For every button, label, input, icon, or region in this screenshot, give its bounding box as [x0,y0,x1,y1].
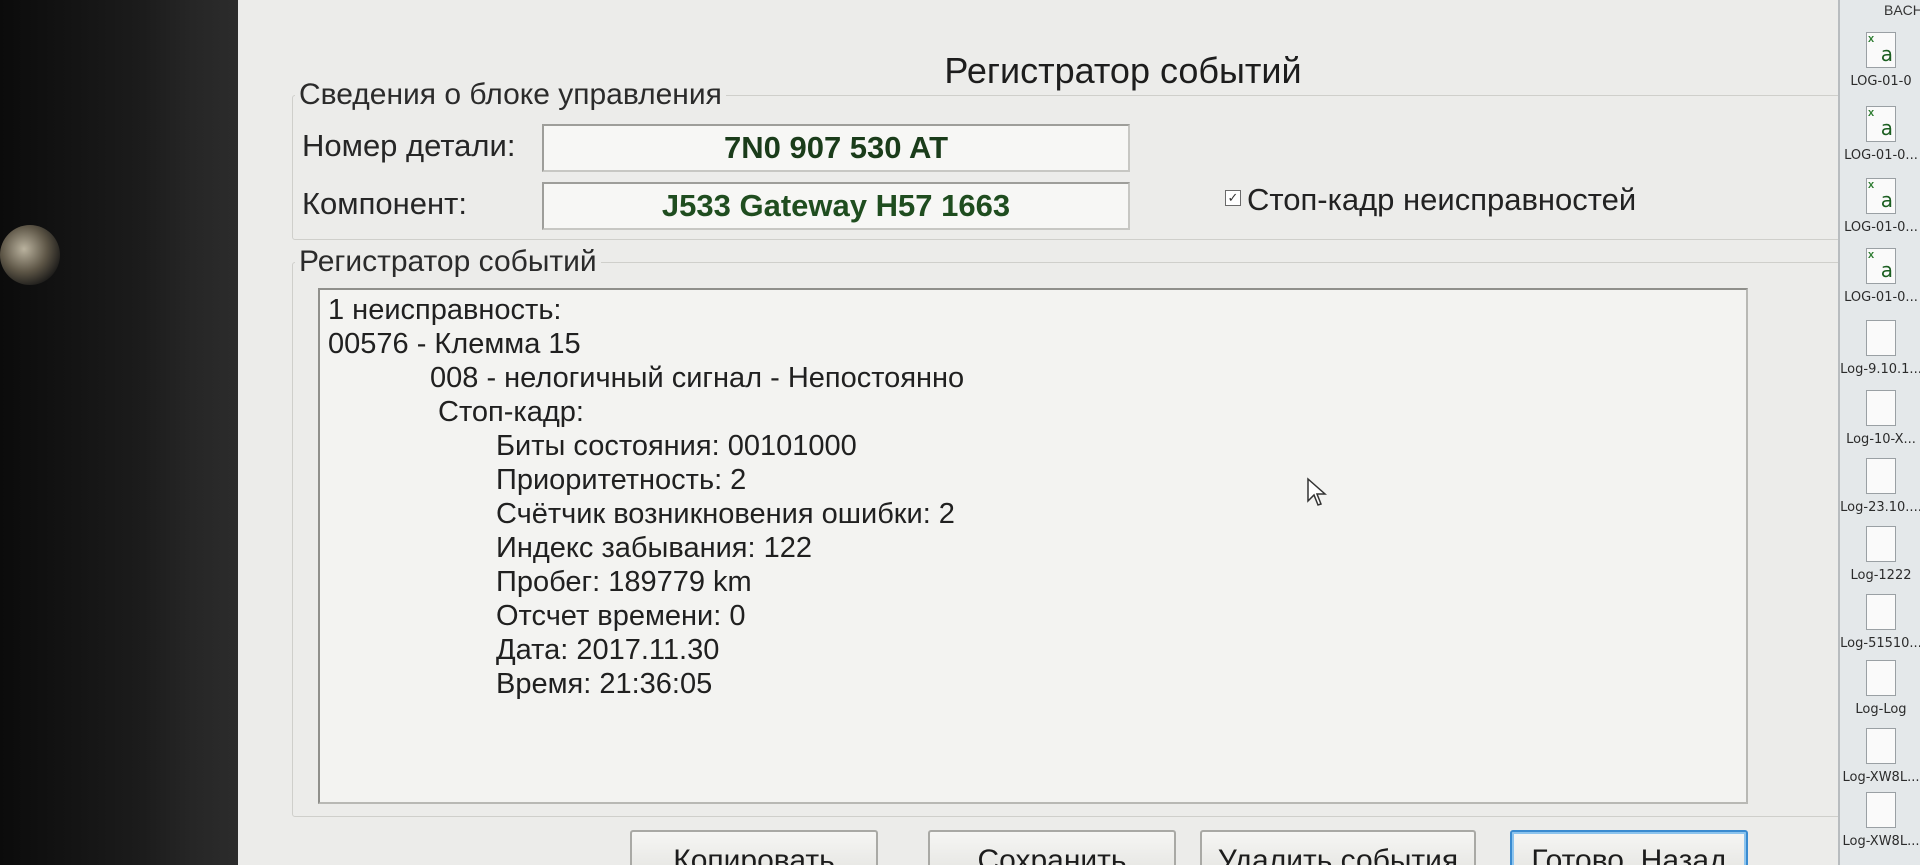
desktop-file-caption: Log-XW8L... [1842,770,1920,785]
desktop-file-caption: LOG-01-0... [1844,290,1918,305]
log-line-time: Время: 21:36:05 [496,668,713,700]
log-line-forget-index: Индекс забывания: 122 [496,532,812,564]
excel-file-icon [1866,178,1896,214]
desktop-file-text[interactable]: Log-51510... [1840,594,1920,651]
log-line-occurrence-counter: Счётчик возникновения ошибки: 2 [496,498,955,530]
text-file-icon [1866,320,1896,356]
application-window: Регистратор событий Сведения о блоке упр… [238,0,1838,865]
excel-file-icon [1866,106,1896,142]
desktop-file-text[interactable]: Log-9.10.1... [1840,320,1920,377]
event-log-textarea[interactable]: 1 неисправность: 00576 - Клемма 15 008 -… [318,288,1748,804]
desktop-file-caption: Log-23.10.... [1840,500,1920,515]
desktop-file-caption: Log-10-X... [1846,432,1916,447]
desktop-file-caption: Log-1222 [1850,568,1912,583]
done-back-button[interactable]: Готово, Назад [1510,830,1748,865]
log-line-fault-description: 008 - нелогичный сигнал - Непостоянно [430,362,965,394]
log-line-freeze-frame-header: Стоп-кадр: [438,396,584,428]
log-line-priority: Приоритетность: 2 [496,464,747,496]
copy-button[interactable]: Копировать [630,830,878,865]
event-log-legend: Регистратор событий [299,245,597,278]
desktop-file-caption: LOG-01-0... [1844,220,1918,235]
desktop-file-text[interactable]: Log-1222 [1840,526,1920,583]
desktop-file-text[interactable]: Log-10-X... [1840,390,1920,447]
desktop-file-excel[interactable]: LOG-01-0 [1840,32,1920,89]
text-file-icon [1866,792,1896,828]
background-car-trim [0,225,60,285]
desktop-file-excel[interactable]: LOG-01-0... [1840,178,1920,235]
text-file-icon [1866,458,1896,494]
excel-file-icon [1866,248,1896,284]
part-number-field: 7N0 907 530 AT [542,124,1130,172]
monitor-bezel [0,0,240,865]
log-line-status-bits: Биты состояния: 00101000 [496,430,857,462]
excel-file-icon [1866,32,1896,68]
log-line-fault-count: 1 неисправность: [328,294,562,326]
log-line-time-count: Отсчет времени: 0 [496,600,746,632]
delete-events-button[interactable]: Удалить события [1200,830,1476,865]
desktop-file-caption: Log-XW8L... [1842,834,1920,849]
desktop-file-caption: Log-51510... [1840,636,1920,651]
text-file-icon [1866,594,1896,630]
save-button[interactable]: Сохранить [928,830,1176,865]
desktop-file-excel[interactable]: LOG-01-0... [1840,248,1920,305]
log-line-fault-code: 00576 - Клемма 15 [328,328,581,360]
text-file-icon [1866,728,1896,764]
desktop-icons-strip: BACH LOG-01-0 LOG-01-0... LOG-01-0... LO… [1838,0,1920,865]
component-field: J533 Gateway H57 1663 [542,182,1130,230]
freeze-frame-label[interactable]: Стоп-кадр неисправностей [1247,182,1636,218]
component-label: Компонент: [302,186,467,221]
part-number-label: Номер детали: [302,128,516,163]
text-file-icon [1866,390,1896,426]
text-file-icon [1866,526,1896,562]
desktop-file-caption: LOG-01-0... [1844,148,1918,163]
log-line-mileage: Пробег: 189779 km [496,566,752,598]
desktop-file-caption: Log-9.10.1... [1840,362,1920,377]
control-unit-legend: Сведения о блоке управления [299,78,722,111]
desktop-file-text[interactable]: Log-XW8L... [1840,728,1920,785]
freeze-frame-checkbox[interactable]: ✓ [1225,190,1241,206]
desktop-file-caption: Log-Log [1855,702,1907,717]
desktop-file-text[interactable]: Log-XW8L... [1840,792,1920,849]
desktop-top-label: BACH [1884,2,1920,18]
log-line-date: Дата: 2017.11.30 [496,634,720,666]
desktop-file-caption: LOG-01-0 [1850,74,1912,89]
desktop-file-text[interactable]: Log-Log [1840,660,1920,717]
desktop-file-excel[interactable]: LOG-01-0... [1840,106,1920,163]
mouse-cursor-icon [1307,477,1327,506]
text-file-icon [1866,660,1896,696]
desktop-file-text[interactable]: Log-23.10.... [1840,458,1920,515]
